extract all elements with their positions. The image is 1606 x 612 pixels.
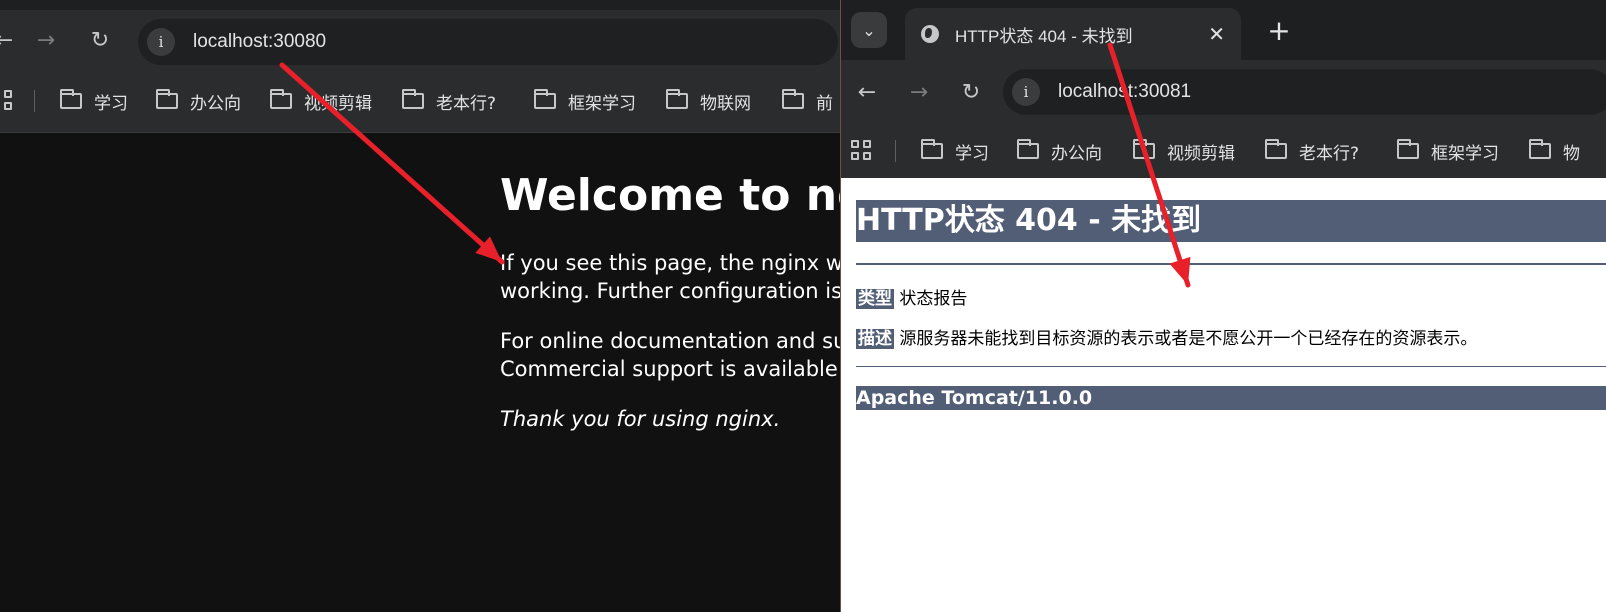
- back-button[interactable]: ←: [849, 74, 885, 110]
- address-bar[interactable]: i localhost:30080: [138, 19, 838, 65]
- reload-button[interactable]: ↻: [953, 74, 989, 110]
- bookmark-folder[interactable]: 前: [782, 70, 833, 132]
- docs-paragraph: For online documentation and support ple…: [500, 329, 845, 381]
- forward-button[interactable]: →: [901, 74, 937, 110]
- browser-toolbar: ← → ↻ i localhost:30081: [841, 60, 1606, 124]
- folder-icon: [1265, 139, 1287, 159]
- bookmark-folder[interactable]: 物联网: [666, 70, 751, 132]
- url-text: localhost:30081: [1058, 81, 1192, 102]
- page-title: HTTP状态 404 - 未找到: [856, 200, 1606, 242]
- close-tab-icon[interactable]: ✕: [1208, 22, 1225, 46]
- folder-icon: [534, 89, 556, 109]
- description-label: 描述: [856, 329, 894, 349]
- new-tab-button[interactable]: +: [1261, 12, 1297, 48]
- reload-button[interactable]: ↻: [82, 22, 118, 58]
- folder-icon: [1017, 139, 1039, 159]
- folder-icon: [921, 139, 943, 159]
- tab-strip: ⌄ HTTP状态 404 - 未找到 ✕ +: [841, 0, 1606, 60]
- bookmarks-bar: 学习 办公向 视频剪辑 老本行? 框架学习 物联网 前: [0, 70, 845, 133]
- server-footer: Apache Tomcat/11.0.0: [856, 386, 1606, 410]
- bookmark-folder[interactable]: 框架学习: [534, 70, 636, 132]
- bookmark-folder[interactable]: 办公向: [1017, 124, 1102, 178]
- folder-icon: [666, 89, 688, 109]
- type-label: 类型: [856, 289, 894, 309]
- site-info-icon[interactable]: i: [1012, 78, 1040, 106]
- globe-icon: [921, 25, 939, 43]
- apps-icon[interactable]: [851, 140, 871, 160]
- folder-icon: [1133, 139, 1155, 159]
- tab-strip: [0, 0, 845, 10]
- nginx-browser-window: ← → ↻ i localhost:30080 学习 办公向 视频剪辑 老本行?…: [0, 0, 845, 612]
- browser-toolbar: ← → ↻ i localhost:30080: [0, 10, 845, 70]
- folder-icon: [1397, 139, 1419, 159]
- nginx-welcome-page: Welcome to nginx! If you see this page, …: [500, 160, 845, 433]
- bookmark-folder[interactable]: 办公向: [156, 70, 241, 132]
- bookmark-folder[interactable]: 视频剪辑: [270, 70, 372, 132]
- bookmark-separator: [895, 140, 896, 162]
- bookmarks-bar: 学习 办公向 视频剪辑 老本行? 框架学习 物: [841, 124, 1606, 178]
- address-bar[interactable]: i localhost:30081: [1003, 69, 1606, 115]
- bookmark-folder[interactable]: 老本行?: [402, 70, 496, 132]
- forward-button[interactable]: →: [28, 22, 64, 58]
- intro-paragraph: If you see this page, the nginx web serv…: [500, 251, 845, 303]
- tab-title: HTTP状态 404 - 未找到: [955, 26, 1133, 46]
- bookmark-folder[interactable]: 老本行?: [1265, 124, 1359, 178]
- apps-icon[interactable]: [0, 90, 12, 110]
- bookmark-folder[interactable]: 框架学习: [1397, 124, 1499, 178]
- bookmark-folder[interactable]: 物: [1529, 124, 1580, 178]
- description-row: 描述 源服务器未能找到目标资源的表示或者是不愿公开一个已经存在的资源表示。: [856, 324, 1477, 349]
- thanks-text: Thank you for using nginx.: [500, 407, 781, 431]
- site-info-icon[interactable]: i: [147, 28, 175, 56]
- page-title: Welcome to nginx!: [500, 170, 845, 221]
- description-value: 源服务器未能找到目标资源的表示或者是不愿公开一个已经存在的资源表示。: [899, 329, 1478, 349]
- type-value: 状态报告: [899, 289, 968, 309]
- folder-icon: [402, 89, 424, 109]
- url-text: localhost:30080: [193, 31, 327, 52]
- tomcat-error-page: HTTP状态 404 - 未找到 类型 状态报告 描述 源服务器未能找到目标资源…: [841, 178, 1606, 612]
- back-button[interactable]: ←: [0, 22, 22, 58]
- bookmark-separator: [34, 90, 35, 112]
- type-row: 类型 状态报告: [856, 284, 967, 309]
- folder-icon: [1529, 139, 1551, 159]
- folder-icon: [60, 89, 82, 109]
- folder-icon: [270, 89, 292, 109]
- tomcat-browser-window: ⌄ HTTP状态 404 - 未找到 ✕ + ← → ↻ i localhost…: [840, 0, 1606, 612]
- folder-icon: [156, 89, 178, 109]
- divider: [856, 366, 1606, 367]
- divider: [856, 263, 1606, 265]
- bookmark-folder[interactable]: 学习: [921, 124, 989, 178]
- tab-search-button[interactable]: ⌄: [851, 12, 887, 48]
- bookmark-folder[interactable]: 学习: [60, 70, 128, 132]
- folder-icon: [782, 89, 804, 109]
- bookmark-folder[interactable]: 视频剪辑: [1133, 124, 1235, 178]
- active-tab[interactable]: HTTP状态 404 - 未找到 ✕: [905, 8, 1241, 60]
